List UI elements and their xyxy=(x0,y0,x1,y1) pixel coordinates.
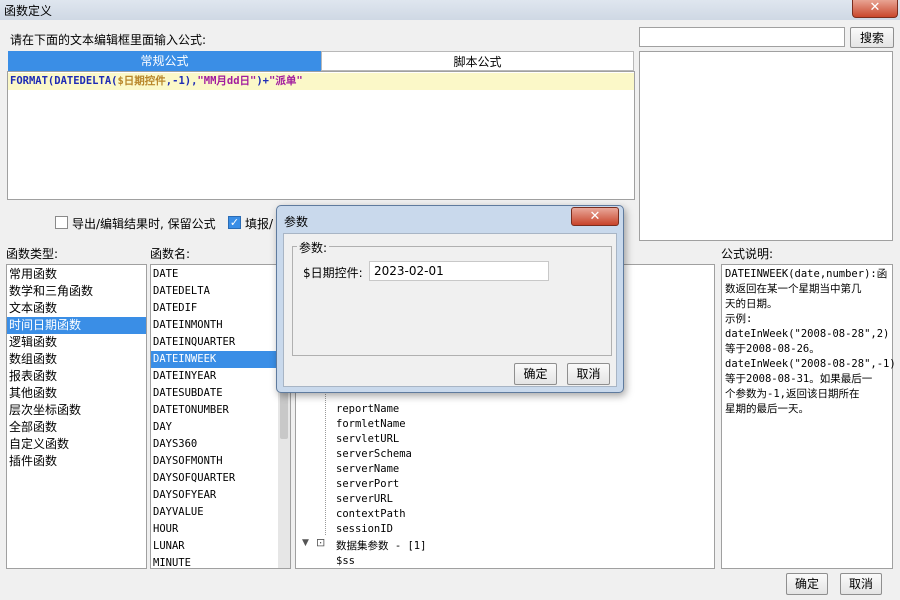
function-name-item[interactable]: DAY xyxy=(151,419,290,436)
editor-prompt: 请在下面的文本编辑框里面输入公式: xyxy=(10,33,207,47)
tree-item[interactable]: serverSchema xyxy=(336,447,412,462)
description-header: 公式说明: xyxy=(721,247,774,261)
function-type-item[interactable]: 报表函数 xyxy=(7,368,146,385)
description-line: 星期的最后一天。 xyxy=(725,403,809,415)
function-type-item[interactable]: 全部函数 xyxy=(7,419,146,436)
window-close-button[interactable]: ✕ xyxy=(852,0,898,18)
function-name-item[interactable]: MINUTE xyxy=(151,555,290,568)
formula-token: "派单" xyxy=(269,75,303,87)
description-line: dateInWeek("2008-08-28",2) xyxy=(725,328,890,340)
collapse-arrow-icon[interactable]: ▼ xyxy=(302,538,309,548)
tree-item[interactable]: reportName xyxy=(336,402,412,417)
dialog-close-button[interactable]: ✕ xyxy=(571,207,619,226)
function-name-list[interactable]: DATE DATEDELTA DATEDIF DATEINMONTH DATEINQUA… xyxy=(150,264,291,569)
close-icon: ✕ xyxy=(869,0,881,15)
tree-item[interactable]: serverPort xyxy=(336,477,412,492)
keep-formula-label: 导出/编辑结果时, 保留公式 xyxy=(72,217,216,231)
description-line: 数返回在某一个星期当中第几 xyxy=(725,283,862,295)
ok-button[interactable]: 确定 xyxy=(786,573,828,595)
dialog-cancel-button[interactable]: 取消 xyxy=(567,363,610,385)
search-button[interactable]: 搜索 xyxy=(850,27,894,48)
function-name-item[interactable]: HOUR xyxy=(151,521,290,538)
window-title: 函数定义 xyxy=(4,4,53,18)
parameter-group-label: 参数: xyxy=(297,239,330,256)
dialog-body: 参数: $日期控件: 确定 取消 xyxy=(283,233,617,387)
description-line: DATEINWEEK(date,number):函 xyxy=(725,268,888,280)
formula-line: FORMAT(DATEDELTA($日期控件,-1),"MM月dd日")+"派单… xyxy=(8,73,634,90)
description-line: dateInWeek("2008-08-28",-1) xyxy=(725,358,896,370)
description-line: 示例: xyxy=(725,313,753,325)
function-type-item[interactable]: 常用函数 xyxy=(7,266,146,283)
fill-option-checkbox[interactable]: ✓ xyxy=(228,216,241,229)
function-type-item[interactable]: 数组函数 xyxy=(7,351,146,368)
tab-script-formula[interactable]: 脚本公式 xyxy=(321,51,634,71)
tree-item[interactable]: contextPath xyxy=(336,507,412,522)
function-type-item[interactable]: 时间日期函数 xyxy=(7,317,146,334)
dialog-ok-button[interactable]: 确定 xyxy=(514,363,557,385)
formula-token: $日期控件 xyxy=(117,75,166,87)
tree-item[interactable]: sessionID xyxy=(336,522,412,537)
dataset-icon: ⊡ xyxy=(316,536,326,549)
window-titlebar: 函数定义 ✕ xyxy=(0,0,900,20)
function-type-item[interactable]: 其他函数 xyxy=(7,385,146,402)
parameter-group: 参数: $日期控件: xyxy=(292,239,612,356)
formula-editor[interactable]: FORMAT(DATEDELTA($日期控件,-1),"MM月dd日")+"派单… xyxy=(7,71,635,200)
date-control-input[interactable] xyxy=(369,261,549,281)
function-type-header: 函数类型: xyxy=(6,247,59,261)
function-name-item[interactable]: DATEINQUARTER xyxy=(151,334,290,351)
tree-group-label: 数据集参数 - [1] xyxy=(336,540,427,552)
function-name-item[interactable]: DAYSOFQUARTER xyxy=(151,470,290,487)
function-name-item[interactable]: LUNAR xyxy=(151,538,290,555)
formula-token: "MM月dd日" xyxy=(197,75,257,87)
date-control-label: $日期控件: xyxy=(303,266,363,280)
function-name-item[interactable]: DATEINMONTH xyxy=(151,317,290,334)
close-icon: ✕ xyxy=(589,209,601,224)
formula-token: ,-1) xyxy=(165,75,192,87)
tree-item[interactable]: serverName xyxy=(336,462,412,477)
search-input[interactable] xyxy=(639,27,845,47)
function-type-item[interactable]: 文本函数 xyxy=(7,300,146,317)
description-line: 个参数为-1,返回该日期所在 xyxy=(725,388,860,400)
function-type-item[interactable]: 数学和三角函数 xyxy=(7,283,146,300)
description-line: 等于2008-08-26。 xyxy=(725,343,820,355)
tree-item[interactable]: serverURL xyxy=(336,492,412,507)
function-name-item[interactable]: DATESUBDATE xyxy=(151,385,290,402)
tab-normal-formula[interactable]: 常规公式 xyxy=(8,51,321,71)
function-name-item[interactable]: DAYSOFMONTH xyxy=(151,453,290,470)
description-panel: DATEINWEEK(date,number):函 数返回在某一个星期当中第几 天的… xyxy=(721,264,896,569)
search-results[interactable] xyxy=(639,51,893,241)
check-icon: ✓ xyxy=(229,216,240,229)
cancel-button[interactable]: 取消 xyxy=(840,573,882,595)
description-line: 等于2008-08-31。如果最后一 xyxy=(725,373,873,385)
function-type-item[interactable]: 自定义函数 xyxy=(7,436,146,453)
function-name-item[interactable]: DATEDIF xyxy=(151,300,290,317)
function-type-item[interactable]: 逻辑函数 xyxy=(7,334,146,351)
tree-group-item[interactable]: $ss xyxy=(336,555,355,567)
fill-option-label: 填报/ xyxy=(245,217,274,231)
function-name-item[interactable]: DATEINYEAR xyxy=(151,368,290,385)
function-type-item[interactable]: 层次坐标函数 xyxy=(7,402,146,419)
function-name-header: 函数名: xyxy=(150,247,191,261)
function-name-item[interactable]: DAYS360 xyxy=(151,436,290,453)
dialog-title: 参数 xyxy=(284,215,309,229)
function-name-item[interactable]: DATEINWEEK xyxy=(151,351,290,368)
function-name-item[interactable]: DATEDELTA xyxy=(151,283,290,300)
parameter-dialog: 参数 ✕ 参数: $日期控件: 确定 取消 xyxy=(276,205,624,393)
formula-token: FORMAT(DATEDELTA( xyxy=(10,75,118,87)
function-type-list[interactable]: 常用函数 数学和三角函数 文本函数 时间日期函数 逻辑函数 数组函数 报表函数 其他函数 层次坐… xyxy=(6,264,147,569)
keep-formula-checkbox[interactable] xyxy=(55,216,68,229)
function-name-item[interactable]: DATETONUMBER xyxy=(151,402,290,419)
function-name-item[interactable]: DATE xyxy=(151,266,290,283)
tree-item[interactable]: servletURL xyxy=(336,432,412,447)
tree-item[interactable]: formletName xyxy=(336,417,412,432)
formula-token: )+ xyxy=(256,75,270,87)
function-type-item[interactable]: 插件函数 xyxy=(7,453,146,470)
function-name-item[interactable]: DAYVALUE xyxy=(151,504,290,521)
function-name-item[interactable]: DAYSOFYEAR xyxy=(151,487,290,504)
description-line: 天的日期。 xyxy=(725,298,778,310)
